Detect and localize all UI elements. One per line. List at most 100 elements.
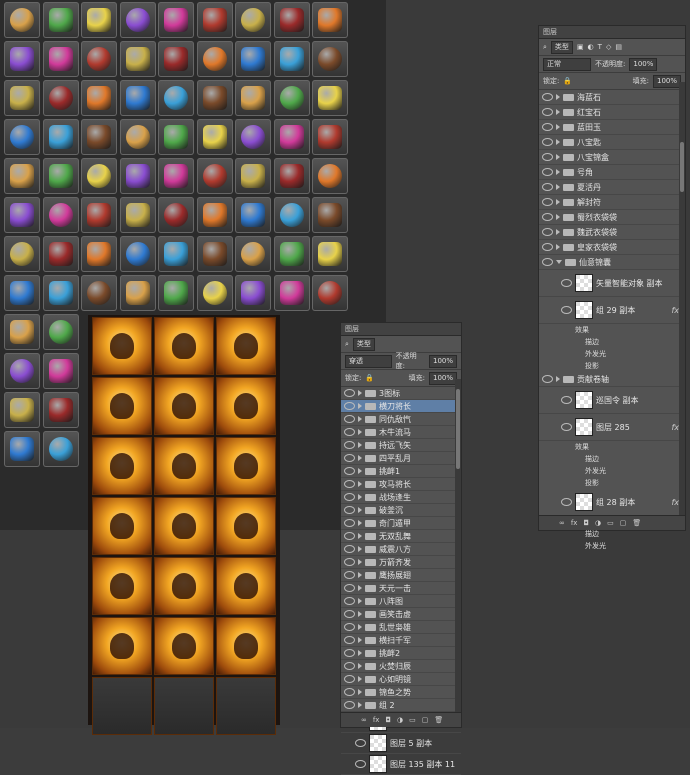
filter-type-icon[interactable]: T xyxy=(598,43,602,51)
eye-icon[interactable] xyxy=(344,623,355,631)
layer-row[interactable]: 横刀将长 xyxy=(341,400,461,413)
expand-arrow-icon[interactable] xyxy=(358,663,362,669)
expand-arrow-icon[interactable] xyxy=(556,154,560,160)
expand-arrow-icon[interactable] xyxy=(358,559,362,565)
layer-row[interactable]: 海蓝石 xyxy=(539,90,685,105)
expand-arrow-icon[interactable] xyxy=(358,520,362,526)
eye-icon[interactable] xyxy=(355,760,366,768)
new-group-icon[interactable]: ▭ xyxy=(607,519,614,527)
expand-arrow-icon[interactable] xyxy=(358,390,362,396)
expand-arrow-icon[interactable] xyxy=(358,481,362,487)
fill-field[interactable]: 100% xyxy=(652,74,681,88)
filter-pixel-icon[interactable]: ▣ xyxy=(577,43,584,51)
layer-row[interactable]: 四平乱月 xyxy=(341,452,461,465)
layer-row[interactable]: 火焚归辰 xyxy=(341,660,461,673)
layer-row[interactable]: 蓝田玉 xyxy=(539,120,685,135)
expand-arrow-icon[interactable] xyxy=(358,611,362,617)
eye-icon[interactable] xyxy=(542,93,553,101)
expand-arrow-icon[interactable] xyxy=(358,533,362,539)
expand-arrow-icon[interactable] xyxy=(358,546,362,552)
eye-icon[interactable] xyxy=(344,467,355,475)
layer-row[interactable]: 组 28 副本 fx xyxy=(539,489,685,516)
layer-row[interactable]: 同仇敌忾 xyxy=(341,413,461,426)
adjustment-icon[interactable]: ◑ xyxy=(595,519,601,527)
eye-icon[interactable] xyxy=(344,454,355,462)
expand-arrow-icon[interactable] xyxy=(556,260,562,264)
trash-icon[interactable]: 🗑 xyxy=(632,519,641,527)
lock-icon[interactable]: 🔒 xyxy=(563,77,572,85)
expand-arrow-icon[interactable] xyxy=(556,214,560,220)
effect-outer-glow[interactable]: 外发光 xyxy=(539,465,685,477)
blend-mode-select[interactable]: 正常 xyxy=(543,57,591,71)
fill-field[interactable]: 100% xyxy=(428,371,457,385)
eye-icon[interactable] xyxy=(542,198,553,206)
layer-row[interactable]: 心如明镜 xyxy=(341,673,461,686)
layer-row[interactable]: 贡献卷轴 xyxy=(539,372,685,387)
layer-row[interactable]: 画笑击虚 xyxy=(341,608,461,621)
eye-icon[interactable] xyxy=(355,739,366,747)
eye-icon[interactable] xyxy=(344,480,355,488)
eye-icon[interactable] xyxy=(344,402,355,410)
eye-icon[interactable] xyxy=(344,688,355,696)
filter-smart-icon[interactable]: ▤ xyxy=(615,43,622,51)
eye-icon[interactable] xyxy=(542,213,553,221)
layer-row[interactable]: 魏武衣袋袋 xyxy=(539,225,685,240)
expand-arrow-icon[interactable] xyxy=(358,689,362,695)
eye-icon[interactable] xyxy=(542,123,553,131)
eye-icon[interactable] xyxy=(344,701,355,709)
layer-row[interactable]: 矢量智能对象 副本 xyxy=(539,270,685,297)
filter-shape-icon[interactable]: ◇ xyxy=(606,43,611,51)
adjustment-icon[interactable]: ◑ xyxy=(397,716,403,724)
eye-icon[interactable] xyxy=(542,153,553,161)
eye-icon[interactable] xyxy=(344,675,355,683)
eye-icon[interactable] xyxy=(561,279,572,287)
layer-row[interactable]: 组 29 副本 fx xyxy=(539,297,685,324)
layer-row[interactable]: 八阵图 xyxy=(341,595,461,608)
eye-icon[interactable] xyxy=(542,183,553,191)
mask-icon[interactable]: ◘ xyxy=(583,519,589,527)
layer-row[interactable]: 解封符 xyxy=(539,195,685,210)
effect-outer-glow[interactable]: 外发光 xyxy=(539,348,685,360)
layer-row[interactable]: 战场逢生 xyxy=(341,491,461,504)
layer-row[interactable]: 挑衅1 xyxy=(341,465,461,478)
blend-mode-select[interactable]: 穿透 xyxy=(345,354,392,368)
expand-arrow-icon[interactable] xyxy=(556,229,560,235)
trash-icon[interactable]: 🗑 xyxy=(434,716,443,724)
eye-icon[interactable] xyxy=(561,423,572,431)
layer-row[interactable]: 图层 5 副本 xyxy=(341,733,461,754)
eye-icon[interactable] xyxy=(561,498,572,506)
kind-filter[interactable]: 类型 xyxy=(352,337,375,351)
expand-arrow-icon[interactable] xyxy=(358,416,362,422)
eye-icon[interactable] xyxy=(542,375,553,383)
eye-icon[interactable] xyxy=(344,389,355,397)
layer-row[interactable]: 蜀烈衣袋袋 xyxy=(539,210,685,225)
new-layer-icon[interactable]: ▢ xyxy=(422,716,429,724)
expand-arrow-icon[interactable] xyxy=(358,637,362,643)
layer-row[interactable]: 挑衅2 xyxy=(341,647,461,660)
kind-filter[interactable]: 类型 xyxy=(550,40,573,54)
eye-icon[interactable] xyxy=(542,258,553,266)
layer-row[interactable]: 图层 135 副本 11 xyxy=(341,754,461,775)
layer-row[interactable]: 组 2 xyxy=(341,699,461,712)
effect-drop-shadow[interactable]: 投影 xyxy=(539,477,685,489)
layer-row[interactable]: 巡国令 副本 xyxy=(539,387,685,414)
expand-arrow-icon[interactable] xyxy=(358,624,362,630)
eye-icon[interactable] xyxy=(542,108,553,116)
scrollbar[interactable] xyxy=(455,379,461,713)
layer-row[interactable]: 锦鱼之势 xyxy=(341,686,461,699)
expand-arrow-icon[interactable] xyxy=(556,376,560,382)
eye-icon[interactable] xyxy=(344,519,355,527)
layer-row[interactable]: 持远飞矢 xyxy=(341,439,461,452)
expand-arrow-icon[interactable] xyxy=(358,702,362,708)
effect-drop-shadow[interactable]: 投影 xyxy=(539,360,685,372)
link-icon[interactable]: ∞ xyxy=(361,716,367,724)
eye-icon[interactable] xyxy=(344,662,355,670)
expand-arrow-icon[interactable] xyxy=(556,184,560,190)
eye-icon[interactable] xyxy=(542,138,553,146)
eye-icon[interactable] xyxy=(344,636,355,644)
eye-icon[interactable] xyxy=(344,571,355,579)
eye-icon[interactable] xyxy=(542,228,553,236)
fx-icon[interactable]: fx xyxy=(373,716,380,724)
layer-row[interactable]: 无双乱舞 xyxy=(341,530,461,543)
eye-icon[interactable] xyxy=(344,428,355,436)
